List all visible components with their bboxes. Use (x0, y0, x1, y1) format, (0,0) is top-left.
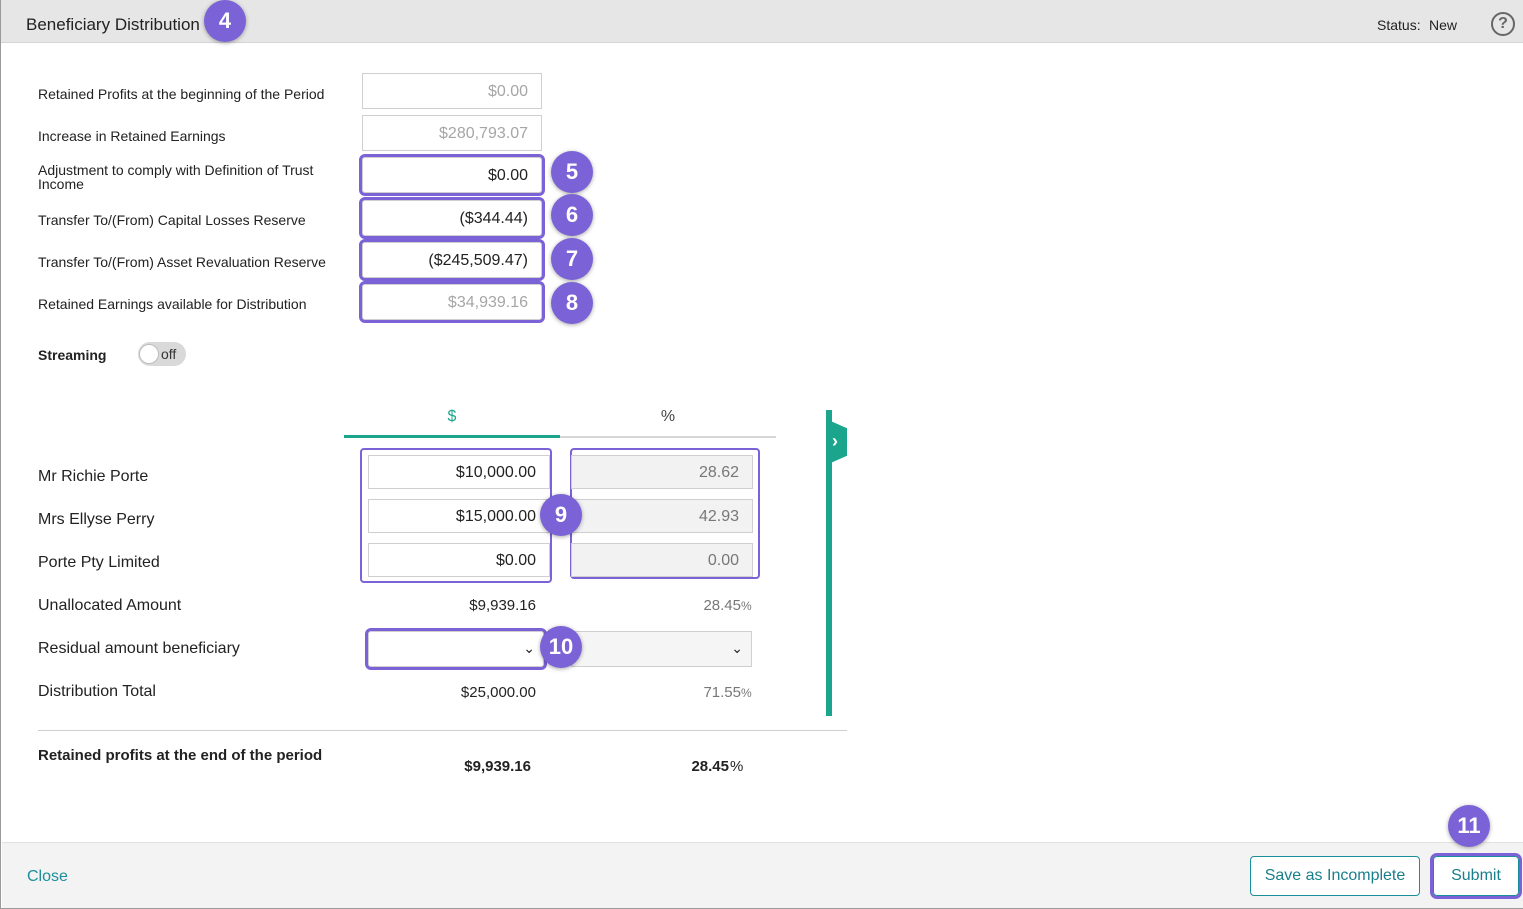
step-badge-8: 8 (551, 282, 593, 324)
retained-end-percent: 28.45 (691, 758, 729, 775)
adjustment-label: Adjustment to comply with Definition of … (38, 162, 314, 192)
toggle-state-text: off (161, 346, 177, 362)
beneficiary-percent-field: 28.62 (571, 455, 753, 489)
save-incomplete-button[interactable]: Save as Incomplete (1250, 856, 1420, 896)
increase-retained-field: $280,793.07 (362, 115, 542, 151)
chevron-down-icon: ⌄ (731, 640, 743, 656)
unallocated-label: Unallocated Amount (38, 597, 182, 614)
beneficiary-amount-input[interactable]: $10,000.00 (368, 455, 550, 489)
retained-begin-field: $0.00 (362, 73, 542, 109)
help-icon[interactable]: ? (1491, 12, 1515, 36)
streaming-label: Streaming (38, 347, 107, 363)
available-distribution-field: $34,939.16 (359, 281, 545, 323)
distribution-total-amount: $25,000.00 (460, 684, 536, 701)
tab-dollar[interactable]: $ (344, 408, 560, 438)
tab-percent[interactable]: % (560, 408, 776, 438)
residual-percent-select[interactable]: ⌄ (571, 631, 752, 667)
asset-revaluation-label: Transfer To/(From) Asset Revaluation Res… (38, 254, 326, 270)
unallocated-percent: 28.45 (703, 597, 741, 614)
beneficiary-name: Mr Richie Porte (38, 468, 149, 485)
asset-revaluation-input[interactable]: ($245,509.47) (359, 239, 545, 281)
toggle-knob (139, 344, 159, 364)
percent-sign: % (741, 686, 752, 700)
status-value: New (1429, 17, 1458, 33)
step-badge-9: 9 (540, 494, 582, 536)
distribution-total-percent: 71.55 (703, 684, 741, 701)
residual-beneficiary-select[interactable]: ⌄ (365, 628, 547, 670)
beneficiary-percent-field: 42.93 (571, 499, 753, 533)
dialog-title: Beneficiary Distribution (26, 15, 200, 34)
increase-retained-label: Increase in Retained Earnings (38, 128, 226, 144)
residual-label: Residual amount beneficiary (38, 640, 240, 657)
dialog-window: Beneficiary Distribution Status: New ? 4… (0, 0, 1523, 909)
percent-sign: % (730, 758, 744, 775)
beneficiary-amount-input[interactable]: $15,000.00 (368, 499, 550, 533)
step-badge-5: 5 (551, 151, 593, 193)
step-badge-6: 6 (551, 194, 593, 236)
retained-end-label: Retained profits at the end of the perio… (38, 747, 323, 764)
step-badge-10: 10 (540, 626, 582, 668)
beneficiary-name: Porte Pty Limited (38, 554, 160, 571)
close-link[interactable]: Close (27, 868, 68, 886)
expand-panel-button[interactable]: › (826, 419, 847, 465)
retained-end-amount: $9,939.16 (464, 758, 531, 775)
step-badge-4: 4 (204, 0, 246, 42)
unallocated-amount: $9,939.16 (469, 597, 536, 614)
dialog-footer: Close Save as Incomplete Submit (2, 842, 1523, 908)
status-label: Status: (1377, 17, 1421, 33)
streaming-toggle[interactable]: off (138, 342, 186, 366)
beneficiary-percent-field: 0.00 (571, 543, 753, 577)
step-badge-7: 7 (551, 238, 593, 280)
chevron-down-icon: ⌄ (523, 640, 535, 656)
distribution-total-label: Distribution Total (38, 683, 156, 700)
chevron-right-icon: › (832, 431, 838, 451)
retained-begin-label: Retained Profits at the beginning of the… (38, 86, 325, 102)
percent-sign: % (741, 599, 752, 613)
available-distribution-label: Retained Earnings available for Distribu… (38, 296, 307, 312)
beneficiary-amount-input[interactable]: $0.00 (368, 543, 550, 577)
submit-button[interactable]: Submit (1430, 853, 1522, 899)
step-badge-11: 11 (1448, 805, 1490, 847)
capital-losses-label: Transfer To/(From) Capital Losses Reserv… (38, 212, 306, 228)
beneficiary-name: Mrs Ellyse Perry (38, 511, 155, 528)
capital-losses-input[interactable]: ($344.44) (359, 197, 545, 239)
section-divider (38, 730, 847, 731)
adjustment-input[interactable]: $0.00 (359, 154, 545, 196)
